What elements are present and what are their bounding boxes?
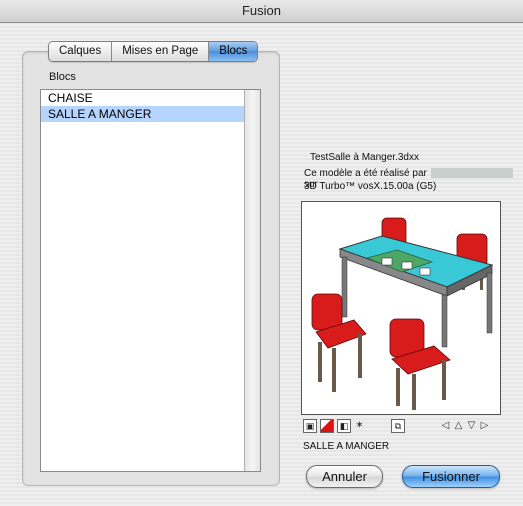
- selected-block-name: SALLE A MANGER: [303, 441, 390, 452]
- arrow-right-icon[interactable]: ▷: [479, 419, 490, 433]
- model-filename: TestSalle à Manger.3dxx: [310, 152, 419, 163]
- model-software: 3D Turbo™ vosX.15.00a (G5): [304, 181, 437, 192]
- arrow-left-icon[interactable]: ◁: [440, 419, 451, 433]
- preview-camera-tools: ⧉: [391, 419, 405, 433]
- dialog-window: Fusion Calques Mises en Page Blocs Blocs…: [0, 0, 523, 506]
- chair-front-right: [389, 318, 451, 410]
- blocs-label: Blocs: [49, 71, 76, 83]
- list-item-chaise[interactable]: CHAISE: [41, 90, 260, 106]
- cube-front-icon[interactable]: ▣: [303, 419, 317, 433]
- author-redacted: [430, 168, 513, 179]
- tab-blocs[interactable]: Blocs: [209, 42, 258, 61]
- cube-red-icon[interactable]: [320, 419, 334, 433]
- cancel-button[interactable]: Annuler: [306, 465, 383, 488]
- preview-nav-arrows: ◁ △ ▽ ▷: [440, 419, 490, 433]
- tab-mises-en-page[interactable]: Mises en Page: [112, 42, 210, 61]
- window-title: Fusion: [0, 0, 523, 23]
- cube-double-icon[interactable]: ⧉: [391, 419, 405, 433]
- list-item-salle-a-manger[interactable]: SALLE A MANGER: [41, 106, 260, 122]
- tab-bar: Calques Mises en Page Blocs: [48, 41, 259, 62]
- arrow-down-icon[interactable]: ▽: [466, 419, 477, 433]
- author-prefix: Ce modèle a été réalisé par: [304, 168, 427, 179]
- model-preview[interactable]: [301, 201, 501, 415]
- chair-front-left: [311, 293, 367, 392]
- walk-icon[interactable]: ✶: [354, 419, 365, 433]
- list-scrollbar[interactable]: [244, 90, 260, 471]
- cube-side-icon[interactable]: ◧: [337, 419, 351, 433]
- merge-button[interactable]: Fusionner: [402, 465, 500, 488]
- arrow-up-icon[interactable]: △: [453, 419, 464, 433]
- preview-view-tools: ▣ ◧ ✶: [303, 419, 365, 433]
- tab-calques[interactable]: Calques: [49, 42, 113, 61]
- dining-set-preview-image: [311, 217, 494, 410]
- blocs-list[interactable]: CHAISE SALLE A MANGER: [40, 89, 261, 472]
